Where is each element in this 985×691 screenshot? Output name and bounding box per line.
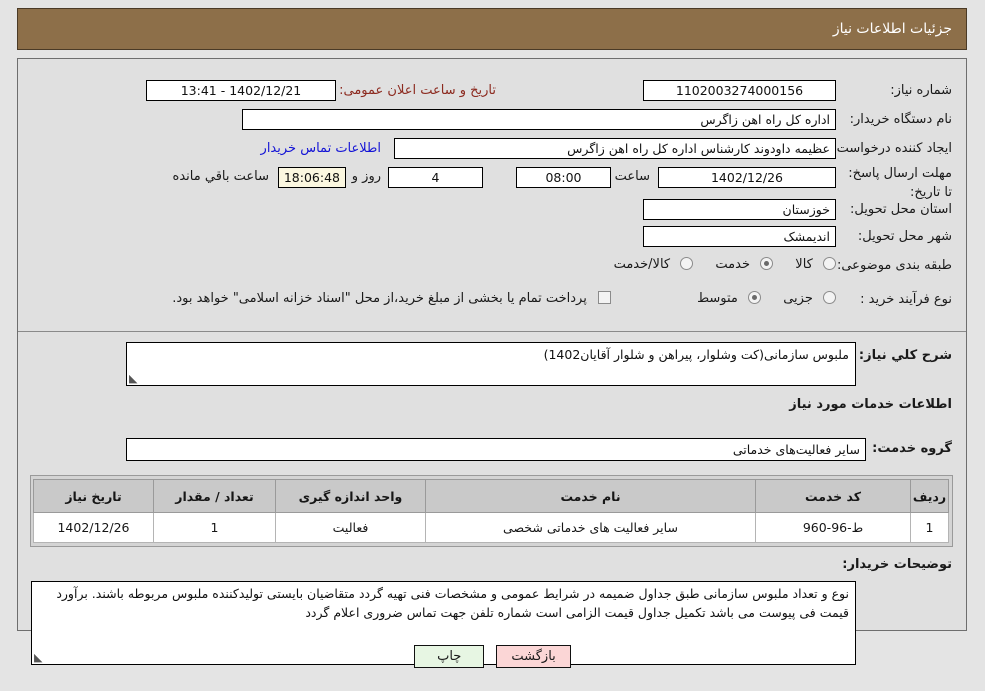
- delivery-city-value: اندیمشک: [643, 226, 836, 247]
- need-number-value: 1102003274000156: [643, 80, 836, 101]
- deadline-date-value: 1402/12/26: [658, 167, 836, 188]
- announce-datetime-label: تاریخ و ساعت اعلان عمومی:: [339, 83, 496, 98]
- buyer-notes-label: توضیحات خریدار:: [842, 557, 952, 572]
- process-label: نوع فرآیند خرید :: [860, 292, 952, 307]
- request-creator-value: عظیمه داودوند کارشناس اداره کل راه اهن ز…: [394, 138, 836, 159]
- category-option-goods[interactable]: کالا: [795, 257, 836, 272]
- category-option-goods-label: کالا: [795, 257, 813, 272]
- cell-row-number: 1: [910, 512, 949, 543]
- buyer-org-value: اداره کل راه اهن زاگرس: [242, 109, 836, 130]
- category-label: طبقه بندی موضوعی:: [836, 258, 952, 273]
- remaining-days-value: 4: [388, 167, 483, 188]
- col-row-number: ردیف: [910, 479, 949, 513]
- resize-grip-icon[interactable]: ◢: [129, 372, 139, 385]
- remaining-time-value: 18:06:48: [278, 167, 346, 188]
- services-section: شرح کلي نياز: ملبوس سازمانی(کت وشلوار، پ…: [18, 332, 966, 665]
- treasury-checkbox-label: پرداخت تمام یا بخشی از مبلغ خرید،از محل …: [172, 291, 587, 306]
- radio-medium-icon[interactable]: [748, 291, 762, 304]
- category-option-goods-service-label: کالا/خدمت: [613, 257, 671, 272]
- services-table-container: ردیف کد خدمت نام خدمت واحد اندازه گیری ت…: [30, 475, 953, 547]
- process-option-medium-label: متوسط: [697, 291, 738, 306]
- need-info-section: شماره نیاز: 1102003274000156 تاریخ و ساع…: [18, 59, 966, 331]
- page-title: جزئیات اطلاعات نیاز: [832, 21, 952, 37]
- days-and-label: روز و: [351, 169, 381, 184]
- delivery-province-value: خوزستان: [643, 199, 836, 220]
- service-group-value: سایر فعالیت‌های خدماتی: [126, 438, 866, 461]
- action-buttons: بازگشت چاپ: [0, 645, 985, 668]
- process-radio-group: جزیی متوسط: [679, 291, 836, 306]
- buyer-org-label: نام دستگاه خریدار:: [849, 112, 952, 127]
- process-option-minor[interactable]: جزیی: [783, 291, 836, 306]
- delivery-city-label: شهر محل تحویل:: [857, 229, 952, 244]
- cell-service-code: ط-96-960: [755, 512, 911, 543]
- description-text: ملبوس سازمانی(کت وشلوار، پیراهن و شلوار …: [543, 347, 849, 362]
- services-table: ردیف کد خدمت نام خدمت واحد اندازه گیری ت…: [33, 479, 949, 543]
- page-header: جزئیات اطلاعات نیاز: [17, 8, 967, 50]
- remaining-time-label: ساعت باقي مانده: [172, 169, 269, 184]
- buyer-notes-text: نوع و تعداد ملبوس سازمانی طبق جداول ضمیم…: [56, 586, 849, 620]
- description-textarea[interactable]: ملبوس سازمانی(کت وشلوار، پیراهن و شلوار …: [126, 342, 856, 386]
- buyer-contact-link[interactable]: اطلاعات تماس خریدار: [261, 141, 381, 156]
- details-panel: شماره نیاز: 1102003274000156 تاریخ و ساع…: [17, 58, 967, 665]
- service-group-label: گروه خدمت:: [872, 441, 952, 456]
- print-button[interactable]: چاپ: [414, 645, 485, 668]
- deadline-hour-label: ساعت: [614, 169, 650, 184]
- cell-service-name: سایر فعالیت های خدماتی شخصی: [425, 512, 756, 543]
- category-radio-group: کالا خدمت کالا/خدمت: [596, 257, 836, 272]
- category-option-goods-service[interactable]: کالا/خدمت: [614, 257, 694, 272]
- need-number-label: شماره نیاز:: [890, 83, 952, 98]
- cell-unit: فعالیت: [275, 512, 426, 543]
- cell-need-date: 1402/12/26: [33, 512, 154, 543]
- treasury-checkbox[interactable]: [598, 291, 611, 304]
- col-quantity: تعداد / مقدار: [153, 479, 276, 513]
- treasury-checkbox-row[interactable]: پرداخت تمام یا بخشی از مبلغ خرید،از محل …: [172, 291, 611, 306]
- radio-service-icon[interactable]: [760, 257, 774, 270]
- radio-minor-icon[interactable]: [823, 291, 836, 304]
- deadline-label: مهلت ارسال پاسخ: تا تاریخ:: [848, 166, 952, 200]
- col-unit: واحد اندازه گیری: [275, 479, 426, 513]
- process-option-minor-label: جزیی: [783, 291, 813, 306]
- description-label: شرح کلي نياز:: [858, 348, 952, 363]
- table-row: 1 ط-96-960 سایر فعالیت های خدماتی شخصی ف…: [33, 512, 949, 543]
- radio-goods-service-icon[interactable]: [680, 257, 694, 270]
- col-service-code: کد خدمت: [755, 479, 911, 513]
- process-option-medium[interactable]: متوسط: [697, 291, 762, 306]
- services-heading: اطلاعات خدمات مورد نیاز: [789, 397, 952, 412]
- request-creator-label: ایجاد کننده درخواست:: [832, 141, 952, 156]
- back-button[interactable]: بازگشت: [496, 645, 571, 668]
- col-need-date: تاریخ نیاز: [33, 479, 154, 513]
- col-service-name: نام خدمت: [425, 479, 756, 513]
- category-option-service-label: خدمت: [715, 257, 750, 272]
- radio-goods-icon[interactable]: [823, 257, 836, 270]
- deadline-time-value: 08:00: [516, 167, 611, 188]
- announce-datetime-value: 1402/12/21 - 13:41: [146, 80, 336, 101]
- delivery-province-label: استان محل تحویل:: [850, 202, 952, 217]
- table-header-row: ردیف کد خدمت نام خدمت واحد اندازه گیری ت…: [33, 479, 949, 513]
- cell-quantity: 1: [153, 512, 276, 543]
- category-option-service[interactable]: خدمت: [715, 257, 774, 272]
